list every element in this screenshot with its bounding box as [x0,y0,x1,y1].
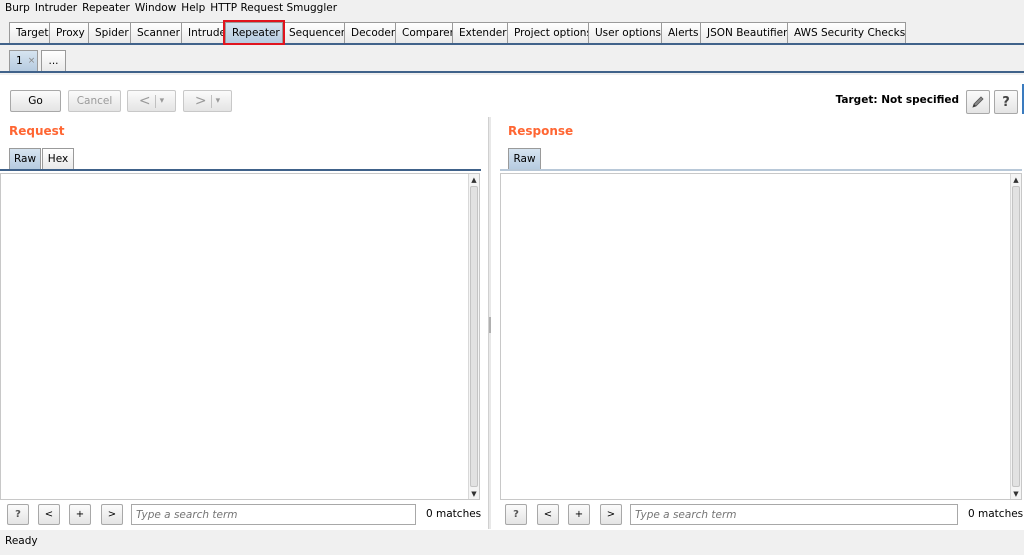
forward-button[interactable]: > ▾ [183,90,232,112]
tab-proxy[interactable]: Proxy [49,22,89,43]
request-search-input[interactable] [131,504,416,525]
tab-target[interactable]: Target [9,22,50,43]
help-button[interactable]: ? [994,90,1018,114]
response-search-input[interactable] [630,504,958,525]
close-icon[interactable]: × [28,56,36,66]
tab-user-options[interactable]: User options [588,22,662,43]
chevron-down-icon: ▾ [215,96,221,106]
tab-scanner[interactable]: Scanner [130,22,182,43]
scroll-thumb[interactable] [470,186,478,487]
main-tab-underline [0,43,1024,45]
request-search-add-button[interactable]: + [69,504,91,525]
menu-help[interactable]: Help [181,2,205,14]
forward-arrow-icon: > [194,93,207,109]
response-title: Response [508,124,574,138]
tab-decoder[interactable]: Decoder [344,22,396,43]
response-search-matches: 0 matches [968,508,1024,520]
response-scrollbar[interactable]: ▲ ▼ [1010,174,1021,499]
scroll-up-icon[interactable]: ▲ [469,174,479,185]
status-bar: Ready [0,530,1024,555]
scroll-thumb[interactable] [1012,186,1020,487]
chevron-down-icon: ▾ [159,96,165,106]
request-scrollbar[interactable]: ▲ ▼ [468,174,479,499]
tab-aws-security-checks[interactable]: AWS Security Checks [787,22,906,43]
status-text: Ready [5,535,38,547]
go-button[interactable]: Go [10,90,61,112]
response-search-add-button[interactable]: + [568,504,590,525]
response-search-help-button[interactable]: ? [505,504,527,525]
request-search-prev-button[interactable]: < [38,504,60,525]
menu-window[interactable]: Window [135,2,176,14]
menu-repeater[interactable]: Repeater [82,2,130,14]
response-search-next-button[interactable]: > [600,504,622,525]
tab-alerts[interactable]: Alerts [661,22,701,43]
tab-spider[interactable]: Spider [88,22,131,43]
response-editor[interactable]: ▲ ▼ [500,173,1022,500]
menu-burp[interactable]: Burp [5,2,30,14]
request-title: Request [9,124,65,138]
tab-project-options[interactable]: Project options [507,22,592,43]
menu-intruder[interactable]: Intruder [35,2,77,14]
request-editor[interactable]: ▲ ▼ [0,173,480,500]
scroll-up-icon[interactable]: ▲ [1011,174,1021,185]
tab-json-beautifier[interactable]: JSON Beautifier [700,22,788,43]
request-tab-raw[interactable]: Raw [9,148,41,169]
pencil-icon [972,96,984,108]
back-button[interactable]: < ▾ [127,90,176,112]
response-search-prev-button[interactable]: < [537,504,559,525]
tab-comparer[interactable]: Comparer [395,22,454,43]
response-tab-underline [500,169,1022,171]
repeater-tab-bar: 1 × ... [0,47,1024,73]
tab-repeater[interactable]: Repeater [223,20,285,45]
main-tab-bar: Target Proxy Spider Scanner Intruder Rep… [0,17,1024,45]
request-tab-underline [0,169,481,171]
request-search-matches: 0 matches [426,508,482,520]
menu-http-request-smuggler[interactable]: HTTP Request Smuggler [210,2,337,14]
request-search-next-button[interactable]: > [101,504,123,525]
tab-extender[interactable]: Extender [452,22,508,43]
tab-sequencer[interactable]: Sequencer [282,22,345,43]
response-tab-raw[interactable]: Raw [508,148,541,169]
scroll-down-icon[interactable]: ▼ [1011,488,1021,499]
repeater-tab-1[interactable]: 1 × [9,50,38,71]
scroll-down-icon[interactable]: ▼ [469,488,479,499]
cancel-button[interactable]: Cancel [68,90,121,112]
divider-grip[interactable] [489,317,491,333]
edit-target-button[interactable] [966,90,990,114]
new-tab-button[interactable]: ... [41,50,66,71]
back-arrow-icon: < [138,93,151,109]
tab-intruder[interactable]: Intruder [181,22,230,43]
repeater-panel: Go Cancel < ▾ > ▾ Target: Not specified … [0,75,1024,530]
menu-bar: Burp Intruder Repeater Window Help HTTP … [0,0,1024,16]
request-tab-hex[interactable]: Hex [42,148,74,169]
repeater-tab-label: 1 [16,55,23,67]
target-label: Target: Not specified [835,94,959,106]
request-search-help-button[interactable]: ? [7,504,29,525]
split-pane-divider[interactable] [488,117,491,529]
sub-tab-underline [0,71,1024,73]
